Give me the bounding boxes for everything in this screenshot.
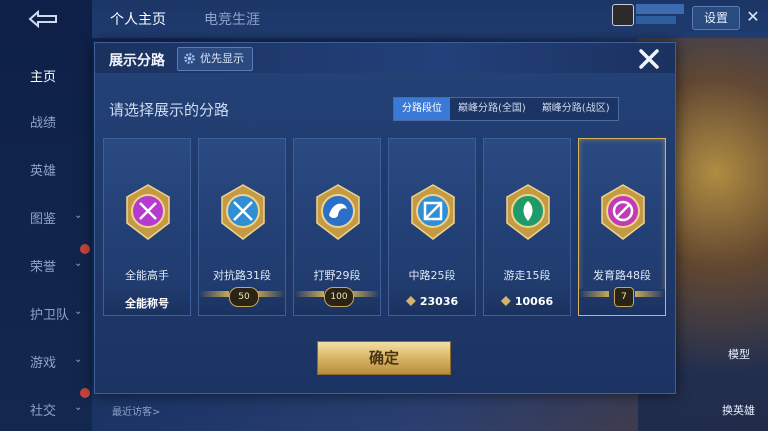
settings-button[interactable]: 设置 — [692, 6, 740, 30]
omni-emblem-icon — [126, 184, 170, 240]
dialog-title: 展示分路 — [109, 53, 165, 69]
user-info-tag-secondary — [636, 16, 676, 24]
chevron-down-icon: ⌄ — [74, 258, 83, 269]
sidebar-item-games[interactable]: 游戏 ⌄ — [0, 352, 92, 371]
card-lane-name: 游走15段 — [503, 269, 551, 282]
change-hero-label[interactable]: 换英雄 — [722, 402, 755, 418]
sidebar-item-record[interactable]: 战绩 — [0, 112, 92, 131]
notification-badge — [80, 388, 90, 398]
chevron-down-icon: ⌄ — [74, 354, 83, 365]
recent-visitors-link[interactable]: 最近访客> — [112, 403, 160, 418]
tab-lane-rank[interactable]: 分路段位 — [394, 98, 450, 120]
chevron-down-icon: ⌄ — [74, 210, 83, 221]
sidebar-item-collection[interactable]: 图鉴 ⌄ — [0, 208, 92, 227]
display-lane-dialog: 展示分路 优先显示 请选择展示的分路 分路段位 巅峰分路(全国) 巅峰分路(战区… — [94, 42, 676, 394]
card-lane-name: 全能高手 — [125, 269, 169, 282]
peak-score-icon — [405, 296, 416, 306]
arrow-emblem-icon — [601, 184, 645, 240]
staff-emblem-icon — [411, 184, 455, 240]
card-lane-name: 发育路48段 — [593, 269, 651, 282]
priority-display-button[interactable]: 优先显示 — [177, 47, 253, 71]
sidebar-item-home[interactable]: 主页 — [0, 66, 92, 85]
card-lane-name: 对抗路31段 — [213, 269, 271, 282]
card-footer: 23036 — [389, 289, 475, 315]
notification-badge — [80, 244, 90, 254]
card-footer: 全能称号 — [104, 289, 190, 315]
lane-card-allround[interactable]: 全能高手 全能称号 — [103, 138, 191, 316]
sidebar-item-guard[interactable]: 护卫队 ⌄ — [0, 304, 92, 323]
confirm-button[interactable]: 确定 — [317, 341, 451, 375]
card-footer-title: 全能称号 — [125, 297, 169, 310]
user-info-tag — [636, 4, 684, 14]
dragon-emblem-icon — [316, 184, 360, 240]
card-lane-name: 打野29段 — [313, 269, 361, 282]
sidebar-item-honor[interactable]: 荣誉 ⌄ — [0, 256, 92, 275]
wing-decoration — [199, 291, 229, 297]
wing-decoration — [255, 291, 285, 297]
sword-emblem-icon — [221, 184, 265, 240]
card-footer: 100 — [294, 287, 380, 315]
tab-esports-career[interactable]: 电竞生涯 — [204, 9, 260, 29]
close-icon[interactable]: ✕ — [742, 6, 764, 28]
tab-peak-national[interactable]: 巅峰分路(全国) — [450, 98, 534, 120]
card-footer: 7 — [579, 287, 665, 315]
lane-card-mid[interactable]: 中路25段 23036 — [388, 138, 476, 316]
tab-profile[interactable]: 个人主页 — [110, 9, 166, 29]
card-lane-name: 中路25段 — [408, 269, 456, 282]
shield-emblem-icon — [506, 184, 550, 240]
wing-decoration — [350, 291, 380, 297]
tab-peak-region[interactable]: 巅峰分路(战区) — [533, 98, 618, 120]
rank-badge: 7 — [614, 287, 634, 307]
peak-score-icon — [500, 296, 511, 306]
lane-type-tabs: 分路段位 巅峰分路(全国) 巅峰分路(战区) — [393, 97, 619, 121]
lane-card-farm[interactable]: 发育路48段 7 — [578, 138, 666, 316]
sidebar-item-social[interactable]: 社交 ⌄ — [0, 400, 92, 419]
gear-icon — [184, 53, 195, 64]
dialog-subtitle: 请选择展示的分路 — [109, 101, 230, 119]
rank-badge: 100 — [324, 287, 354, 307]
sidebar: 主页 战绩 英雄 图鉴 ⌄ 荣誉 ⌄ 护卫队 ⌄ 游戏 ⌄ 社交 ⌄ — [0, 0, 92, 431]
chevron-down-icon: ⌄ — [74, 402, 83, 413]
chevron-down-icon: ⌄ — [74, 306, 83, 317]
lane-card-clash[interactable]: 对抗路31段 50 — [198, 138, 286, 316]
model-label[interactable]: 模型 — [728, 346, 750, 362]
rank-badge: 50 — [229, 287, 259, 307]
lane-card-jungle[interactable]: 打野29段 100 — [293, 138, 381, 316]
close-dialog-icon[interactable] — [635, 45, 663, 73]
wing-decoration — [294, 291, 324, 297]
wing-decoration — [635, 291, 665, 297]
back-arrow-icon[interactable] — [22, 8, 62, 30]
card-footer: 10066 — [484, 289, 570, 315]
card-footer: 50 — [199, 287, 285, 315]
lane-card-roam[interactable]: 游走15段 10066 — [483, 138, 571, 316]
sidebar-item-heroes[interactable]: 英雄 — [0, 160, 92, 179]
card-score: 23036 — [419, 295, 459, 308]
avatar[interactable] — [612, 4, 634, 26]
card-score: 10066 — [514, 295, 554, 308]
wing-decoration — [579, 291, 609, 297]
